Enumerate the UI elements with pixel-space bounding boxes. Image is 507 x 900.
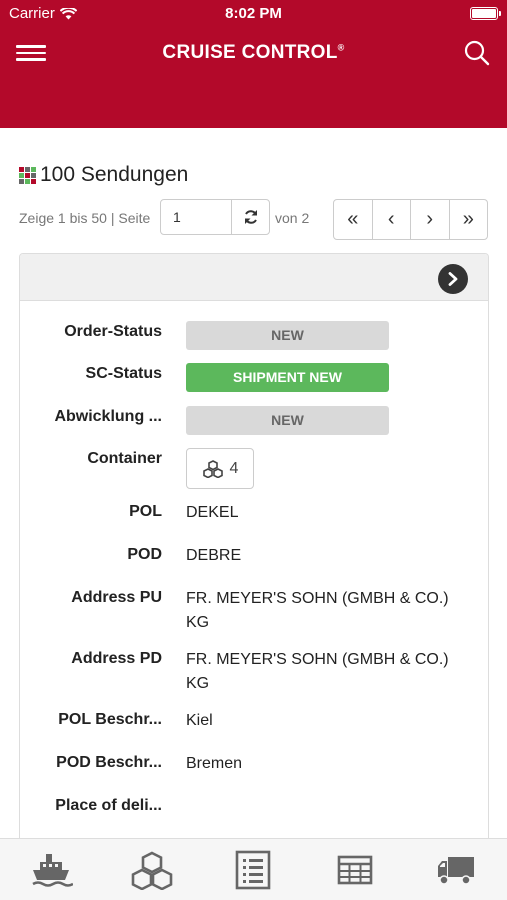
- sc-status-label: SC-Status: [85, 365, 162, 382]
- pod-description-label: POD Beschr...: [56, 754, 162, 771]
- tab-shipments[interactable]: [26, 847, 76, 893]
- table-icon: [337, 855, 373, 884]
- first-page-button[interactable]: «: [334, 200, 372, 239]
- pagination-info: Zeige 1 bis 50 | Seite: [19, 210, 151, 226]
- trademark-symbol: ®: [337, 42, 345, 53]
- pol-description-value: Kiel: [186, 712, 213, 729]
- list-document-icon: [236, 850, 271, 889]
- container-count: 4: [229, 459, 239, 477]
- order-status-badge: NEW: [186, 321, 389, 350]
- place-of-delivery-label: Place of deli...: [55, 797, 162, 814]
- chevron-right-icon: [448, 272, 458, 286]
- bottom-tab-bar: [0, 838, 507, 900]
- app-title-text: CRUISE CONTROL: [162, 42, 338, 63]
- pod-value: DEBRE: [186, 547, 242, 564]
- abwicklung-badge: NEW: [186, 406, 389, 435]
- clock: 8:02 PM: [225, 5, 282, 22]
- app-header: CRUISE CONTROL®: [0, 28, 507, 128]
- page-title: 100 Sendungen: [19, 163, 188, 187]
- page-total: von 2: [275, 210, 310, 226]
- address-pd-label: Address PD: [71, 650, 162, 667]
- shipment-card: Order-Status NEW SC-Status SHIPMENT NEW …: [19, 253, 489, 853]
- abwicklung-label: Abwicklung ...: [54, 408, 162, 425]
- grid-icon: [19, 167, 36, 184]
- pagination: Zeige 1 bis 50 | Seite 1 von 2 « ‹ › »: [19, 199, 489, 241]
- tab-transport[interactable]: [431, 847, 481, 893]
- previous-page-button[interactable]: ‹: [371, 200, 411, 239]
- page-number-field: 1: [160, 199, 270, 235]
- last-page-button[interactable]: »: [448, 200, 488, 239]
- pol-description-label: POL Beschr...: [58, 711, 162, 728]
- tab-orders[interactable]: [228, 847, 278, 893]
- card-header: [20, 254, 488, 301]
- pol-value: DEKEL: [186, 504, 239, 521]
- address-pd-value: FR. MEYER'S SOHN (GMBH & CO.) KG: [186, 651, 449, 692]
- address-pu-label: Address PU: [71, 589, 162, 606]
- app-title: CRUISE CONTROL®: [0, 42, 507, 64]
- battery-icon: [470, 7, 501, 20]
- pod-description-value: Bremen: [186, 755, 243, 772]
- order-status-label: Order-Status: [64, 323, 162, 340]
- ship-icon: [32, 853, 73, 887]
- cubes-icon: [202, 459, 223, 478]
- search-icon: [464, 40, 490, 66]
- container-label: Container: [87, 450, 162, 467]
- tab-table[interactable]: [330, 847, 380, 893]
- refresh-icon: [244, 210, 257, 224]
- container-button[interactable]: 4: [186, 448, 254, 489]
- refresh-button[interactable]: [231, 200, 269, 234]
- search-button[interactable]: [463, 39, 491, 67]
- page-navigation: « ‹ › »: [333, 199, 488, 240]
- address-pu-value: FR. MEYER'S SOHN (GMBH & CO.) KG: [186, 590, 449, 631]
- status-bar: Carrier 8:02 PM: [0, 0, 507, 28]
- page-number-input[interactable]: 1: [161, 200, 231, 234]
- sc-status-badge: SHIPMENT NEW: [186, 363, 389, 392]
- next-page-button[interactable]: ›: [410, 200, 449, 239]
- tab-containers[interactable]: [127, 847, 177, 893]
- truck-icon: [438, 856, 475, 885]
- pol-label: POL: [129, 503, 162, 520]
- open-shipment-button[interactable]: [438, 264, 468, 294]
- cubes-icon: [131, 851, 173, 890]
- pod-label: POD: [127, 546, 162, 563]
- shipment-count-title: 100 Sendungen: [40, 163, 189, 186]
